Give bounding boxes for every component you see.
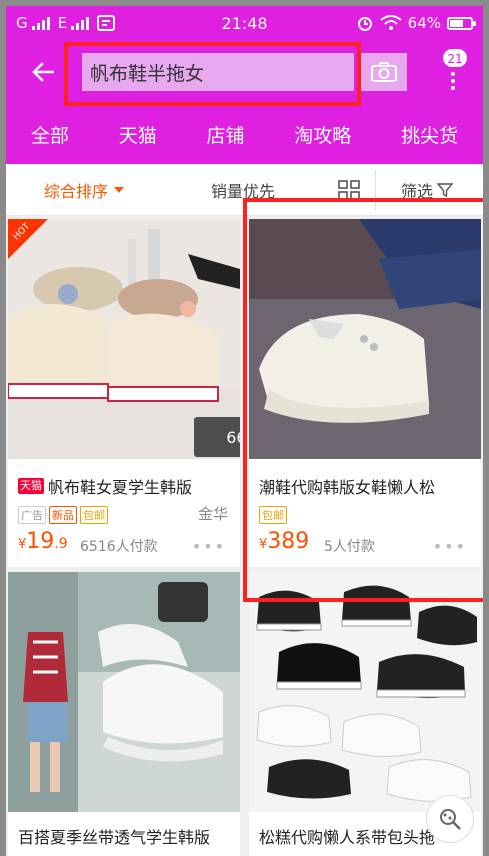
sort-bar: 综合排序 销量优先 筛选 (6, 164, 483, 216)
clock: 21:48 (221, 13, 268, 33)
currency-symbol: ¥ (259, 537, 268, 552)
product-title-text-3: 百搭夏季丝带透气学生韩版 (18, 828, 211, 847)
paid-count-1: 6516人付款 (80, 539, 158, 555)
more-menu-button[interactable]: 21 (434, 46, 474, 96)
carrier-2: E (57, 14, 68, 32)
sort-comprehensive-label: 综合排序 (44, 181, 109, 201)
tmall-badge: 天猫 (18, 478, 44, 494)
tab-premium[interactable]: 挑尖货 (397, 121, 462, 148)
tab-shops[interactable]: 店铺 (202, 121, 248, 148)
carrier-1: G (16, 14, 28, 32)
filter-button[interactable]: 筛选 (401, 178, 454, 202)
battery-fill (450, 19, 463, 27)
price-integer: 19 (26, 529, 55, 554)
product-title-text-1: 帆布鞋女夏学生韩版 (48, 478, 193, 497)
filter-icon (437, 182, 454, 197)
back-arrow-icon (32, 62, 54, 82)
status-right: 64% (356, 14, 476, 32)
product-card-3[interactable]: 百搭夏季丝带透气学生韩版 (8, 572, 240, 856)
hot-badge: HOT (8, 219, 48, 259)
product-title-3: 百搭夏季丝带透气学生韩版 (18, 824, 238, 848)
more-icon (451, 72, 455, 93)
signal-group: G E (16, 14, 116, 32)
tag-free-shipping: 包邮 (80, 506, 108, 524)
category-tabs: 全部 天猫 店铺 淘攻略 挑尖货 (6, 104, 483, 164)
product-tags-1: 广告 新品 包邮 (18, 506, 108, 524)
device-frame: G E 21:48 64% 帆布鞋半拖女 21 全部 天猫 店铺 淘攻略 挑尖货… (0, 0, 489, 856)
app-notification-icon (97, 15, 116, 31)
notification-badge: 21 (442, 48, 468, 68)
more-dots-icon[interactable]: ••• (433, 537, 467, 556)
product-image-4 (249, 572, 481, 812)
wifi-icon (380, 15, 402, 30)
discount-overlay: 66% (194, 417, 240, 457)
search-similar-icon (440, 809, 461, 830)
product-location-1: 金华 (197, 505, 228, 523)
product-price-1: ¥ 19 .9 (18, 529, 68, 554)
camera-icon (371, 62, 397, 82)
product-image-3 (8, 572, 240, 812)
camera-search-button[interactable] (361, 53, 407, 91)
dropdown-arrow-icon (114, 186, 125, 193)
product-card-1[interactable]: HOT 66% 天猫 帆布鞋女夏学生韩版 广告 新品 包邮 金华 ¥ 19 .9… (8, 219, 240, 567)
search-query: 帆布鞋半拖女 (90, 62, 205, 85)
battery-percent: 64% (407, 14, 441, 32)
search-input[interactable]: 帆布鞋半拖女 (82, 53, 354, 91)
grid-view-icon[interactable] (338, 180, 360, 200)
paid-count-2: 5人付款 (324, 539, 375, 555)
battery-icon (447, 16, 476, 30)
status-bar: G E 21:48 64% (6, 6, 483, 40)
filter-label: 筛选 (401, 181, 434, 201)
divider (375, 170, 376, 210)
more-dots-icon[interactable]: ••• (192, 537, 226, 556)
tag-free-shipping: 包邮 (259, 506, 287, 524)
tab-all[interactable]: 全部 (27, 121, 73, 148)
price-integer: 389 (267, 529, 310, 554)
product-tags-2: 包邮 (259, 506, 287, 524)
product-price-2: ¥ 389 (259, 529, 309, 554)
product-title-1: 天猫 帆布鞋女夏学生韩版 (18, 474, 233, 498)
find-similar-button[interactable] (426, 795, 474, 843)
back-button[interactable] (24, 52, 64, 92)
product-title-text-2: 潮鞋代购韩版女鞋懒人松 (259, 478, 436, 497)
tag-ad: 广告 (18, 506, 46, 524)
product-title-2: 潮鞋代购韩版女鞋懒人松 (259, 474, 474, 498)
tag-new: 新品 (49, 506, 77, 524)
product-image-2 (249, 219, 481, 459)
tab-tmall[interactable]: 天猫 (115, 121, 161, 148)
sort-sales[interactable]: 销量优先 (211, 178, 275, 202)
screen: G E 21:48 64% 帆布鞋半拖女 21 全部 天猫 店铺 淘攻略 挑尖货… (6, 6, 483, 856)
sort-comprehensive[interactable]: 综合排序 (44, 178, 125, 202)
price-decimal: .9 (54, 536, 68, 552)
currency-symbol: ¥ (18, 537, 27, 552)
product-card-2[interactable]: 潮鞋代购韩版女鞋懒人松 包邮 ¥ 389 5人付款 ••• (249, 219, 481, 567)
tab-guides[interactable]: 淘攻略 (290, 121, 355, 148)
product-title-text-4: 松糕代购懒人系带包头拖 (259, 828, 436, 847)
signal-icon (31, 16, 50, 30)
signal-icon-2 (71, 16, 90, 30)
alarm-icon (357, 17, 372, 31)
search-header: 帆布鞋半拖女 21 (6, 40, 483, 106)
